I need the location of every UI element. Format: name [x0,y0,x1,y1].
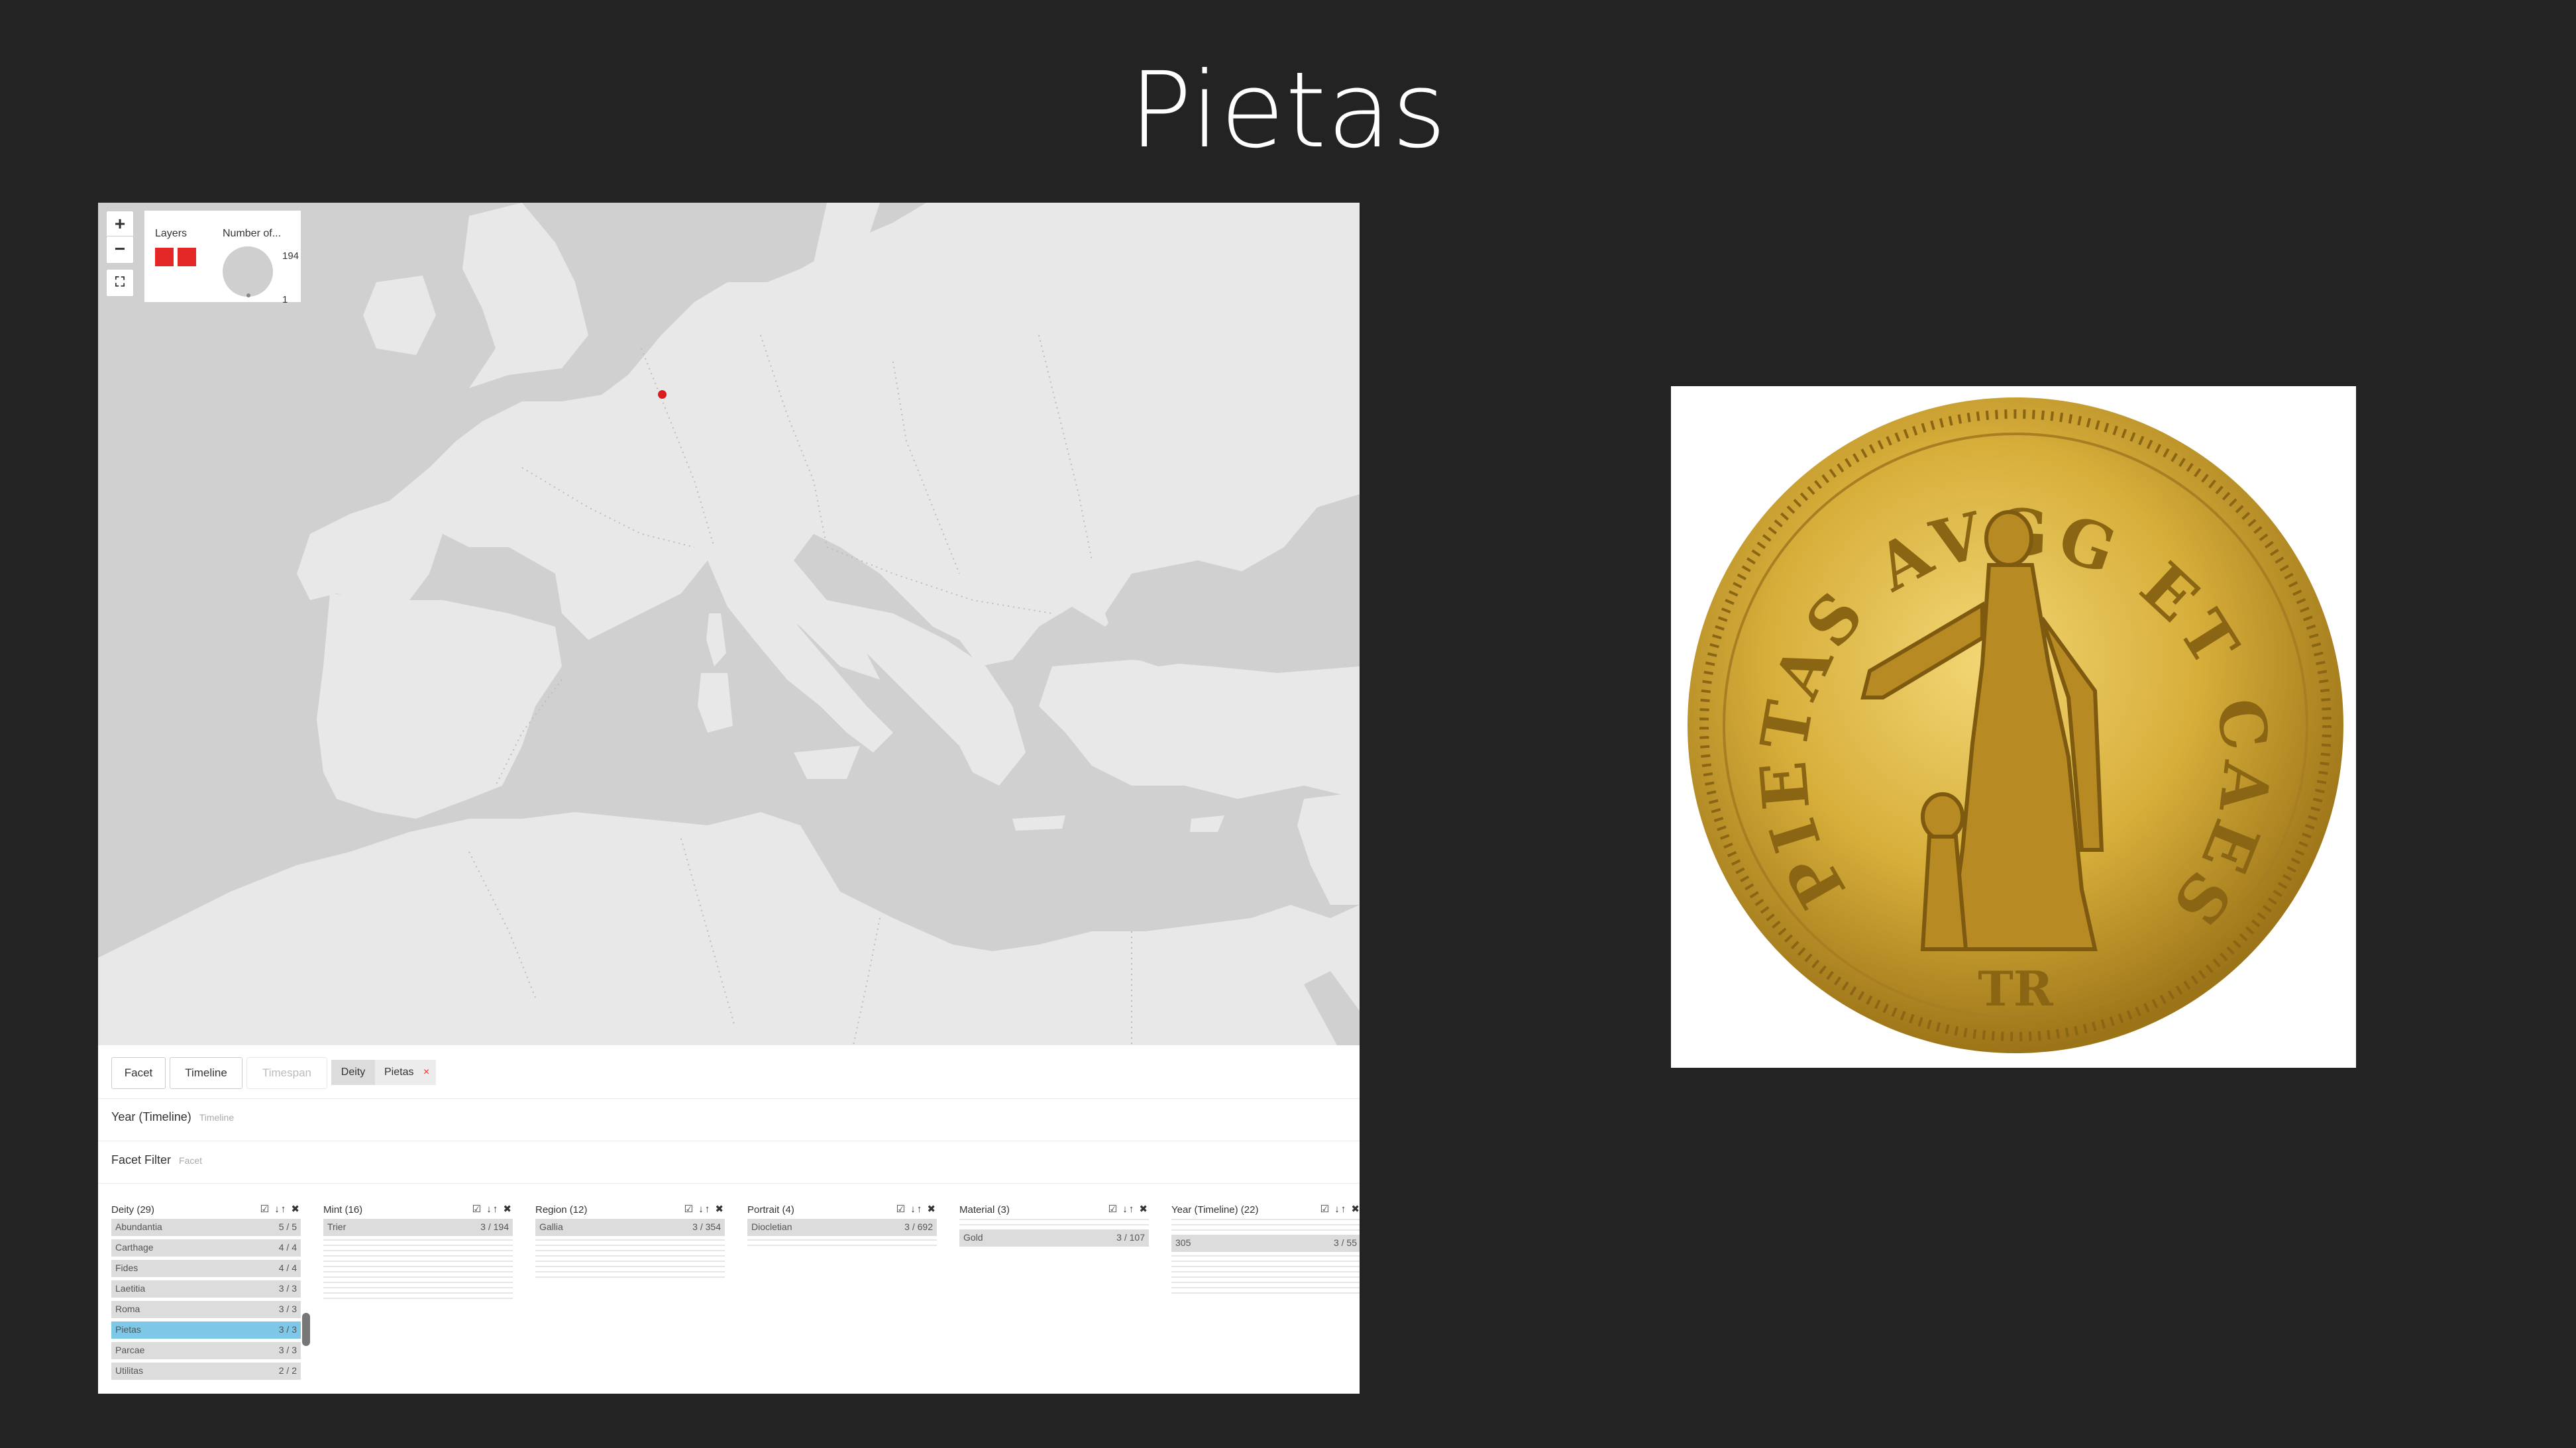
coin-image: PIETAS AVGG ET CAESS NN TR [1671,386,2356,1068]
timeline-section-header[interactable]: Year (Timeline) Timeline [111,1110,234,1124]
facet-empty-rows [747,1239,937,1246]
facet-row-selected[interactable]: Pietas 3 / 3 [111,1321,301,1339]
fullscreen-icon[interactable]: ⛶ [106,269,134,297]
divider [98,1183,1360,1184]
facet-row[interactable]: Abundantia 5 / 5 [111,1219,301,1236]
remove-filter-icon[interactable]: × [423,1066,429,1078]
filter-field-chip: Deity [331,1060,375,1085]
facet-empty-rows [1171,1219,1360,1231]
layer-swatch[interactable] [178,248,196,266]
facet-title: Deity (29) [111,1204,155,1215]
legend-max-value: 194 [282,250,299,262]
facet-deity: Deity (29) ☑ ↓↑ ✖ Abundantia 5 / 5 Carthag… [111,1202,301,1383]
facet-empty-rows [323,1239,513,1299]
legend-number-label: Number of... [223,228,282,239]
facet-controls[interactable]: ☑ ↓↑ ✖ [1108,1203,1149,1215]
facet-row[interactable]: 305 3 / 55 [1171,1235,1360,1252]
layer-swatch[interactable] [155,248,174,266]
facet-title: Portrait (4) [747,1204,794,1215]
timeline-section-title: Year (Timeline) [111,1110,191,1123]
facet-title: Region (12) [535,1204,588,1215]
facet-region: Region (12) ☑ ↓↑ ✖ Gallia 3 / 354 [535,1202,725,1282]
facet-row[interactable]: Gallia 3 / 354 [535,1219,725,1236]
facet-row[interactable]: Laetitia 3 / 3 [111,1280,301,1298]
legend-min-value: 1 [282,294,288,305]
coin-exergue: TR [1978,960,2054,1017]
map-view[interactable]: + − ⛶ Layers Number of... 194 1 [98,203,1360,1045]
tab-facet[interactable]: Facet [111,1057,166,1089]
facet-filter-section-hint: Facet [179,1155,203,1166]
facet-row[interactable]: Utilitas 2 / 2 [111,1363,301,1380]
timeline-section-hint: Timeline [199,1112,235,1123]
facet-row[interactable]: Carthage 4 / 4 [111,1239,301,1257]
tab-timespan: Timespan [246,1057,327,1089]
tab-timeline[interactable]: Timeline [170,1057,242,1089]
facet-material: Material (3) ☑ ↓↑ ✖ Gold 3 / 107 [959,1202,1149,1250]
facet-portrait: Portrait (4) ☑ ↓↑ ✖ Diocletian 3 / 692 [747,1202,937,1250]
legend-layers-label: Layers [155,228,188,239]
facet-row[interactable]: Parcae 3 / 3 [111,1342,301,1359]
facet-empty-rows [1171,1255,1360,1294]
facet-title: Year (Timeline) (22) [1171,1204,1259,1215]
deity-scrollbar[interactable] [302,1313,310,1346]
pietas-aureus: PIETAS AVGG ET CAESS NN TR [1671,386,2343,1053]
facet-controls[interactable]: ☑ ↓↑ ✖ [896,1203,937,1215]
facet-controls[interactable]: ☑ ↓↑ ✖ [472,1203,513,1215]
filter-value-chip: Pietas × [375,1060,436,1085]
basemap [98,203,1360,1045]
facet-controls[interactable]: ☑ ↓↑ ✖ [1320,1203,1360,1215]
size-legend-min-dot [246,293,250,297]
mint-location-marker[interactable] [658,390,667,399]
facet-row[interactable]: Trier 3 / 194 [323,1219,513,1236]
facet-filter-section-header[interactable]: Facet Filter Facet [111,1153,202,1167]
facet-controls[interactable]: ☑ ↓↑ ✖ [684,1203,725,1215]
facet-title: Material (3) [959,1204,1010,1215]
size-legend-circle [223,246,273,297]
facet-controls[interactable]: ☑ ↓↑ ✖ [260,1203,301,1215]
facet-title: Mint (16) [323,1204,363,1215]
divider [98,1098,1360,1099]
facet-row[interactable]: Roma 3 / 3 [111,1301,301,1318]
facet-row[interactable]: Diocletian 3 / 692 [747,1219,937,1236]
map-legend: Layers Number of... 194 1 [144,211,301,305]
map-application: + − ⛶ Layers Number of... 194 1 Facet Ti… [98,203,1360,1394]
facet-empty-rows [959,1219,1149,1225]
facet-mint: Mint (16) ☑ ↓↑ ✖ Trier 3 / 194 [323,1202,513,1303]
facet-empty-rows [535,1239,725,1278]
filter-value-label: Pietas [384,1066,414,1078]
slide-title: Pietas [1129,50,1447,172]
zoom-out-button[interactable]: − [106,236,134,264]
facet-year: Year (Timeline) (22) ☑ ↓↑ ✖ 305 3 / 55 [1171,1202,1360,1298]
facet-filter-section-title: Facet Filter [111,1153,172,1166]
zoom-in-button[interactable]: + [106,211,134,238]
facet-row[interactable]: Gold 3 / 107 [959,1229,1149,1247]
facet-row[interactable]: Fides 4 / 4 [111,1260,301,1277]
